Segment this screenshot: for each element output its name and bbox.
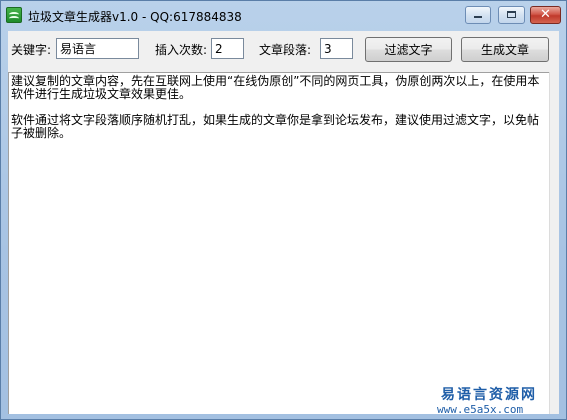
generate-article-button[interactable]: 生成文章 <box>461 37 549 62</box>
filter-text-button[interactable]: 过滤文字 <box>365 37 452 62</box>
client-area: 关键字: 插入次数: 文章段落: 过滤文字 生成文章 建议复制的文章内容，先在互… <box>8 31 559 414</box>
keyword-input[interactable] <box>56 38 139 59</box>
close-button[interactable]: ✕ <box>530 6 561 24</box>
maximize-button[interactable] <box>498 6 525 24</box>
paragraph: 软件通过将文字段落顺序随机打乱，如果生成的文章你是拿到论坛发布，建议使用过滤文字… <box>11 113 540 140</box>
paragraph: 建议复制的文章内容，先在互联网上使用“在线伪原创”不同的网页工具，伪原创两次以上… <box>11 74 540 101</box>
app-logo-icon <box>6 7 22 23</box>
paragraphs-label: 文章段落: <box>259 43 312 57</box>
minimize-icon <box>474 16 482 18</box>
article-textarea[interactable]: 建议复制的文章内容，先在互联网上使用“在线伪原创”不同的网页工具，伪原创两次以上… <box>8 72 549 414</box>
app-window: 垃圾文章生成器v1.0 - QQ:617884838 ✕ 关键字: 插入次数: … <box>0 0 567 420</box>
watermark-site-name: 易语言资源网 <box>441 387 537 403</box>
insert-count-label: 插入次数: <box>155 43 208 57</box>
title-bar[interactable]: 垃圾文章生成器v1.0 - QQ:617884838 ✕ <box>1 1 566 31</box>
close-icon: ✕ <box>540 7 551 22</box>
window-title: 垃圾文章生成器v1.0 - QQ:617884838 <box>28 10 242 24</box>
minimize-button[interactable] <box>465 6 491 24</box>
watermark-url: www.e5a5x.com <box>437 403 524 416</box>
insert-count-input[interactable] <box>211 38 244 59</box>
keyword-label: 关键字: <box>11 43 52 57</box>
maximize-icon <box>507 11 516 18</box>
paragraphs-input[interactable] <box>320 38 353 59</box>
vertical-scrollbar[interactable] <box>549 72 559 414</box>
